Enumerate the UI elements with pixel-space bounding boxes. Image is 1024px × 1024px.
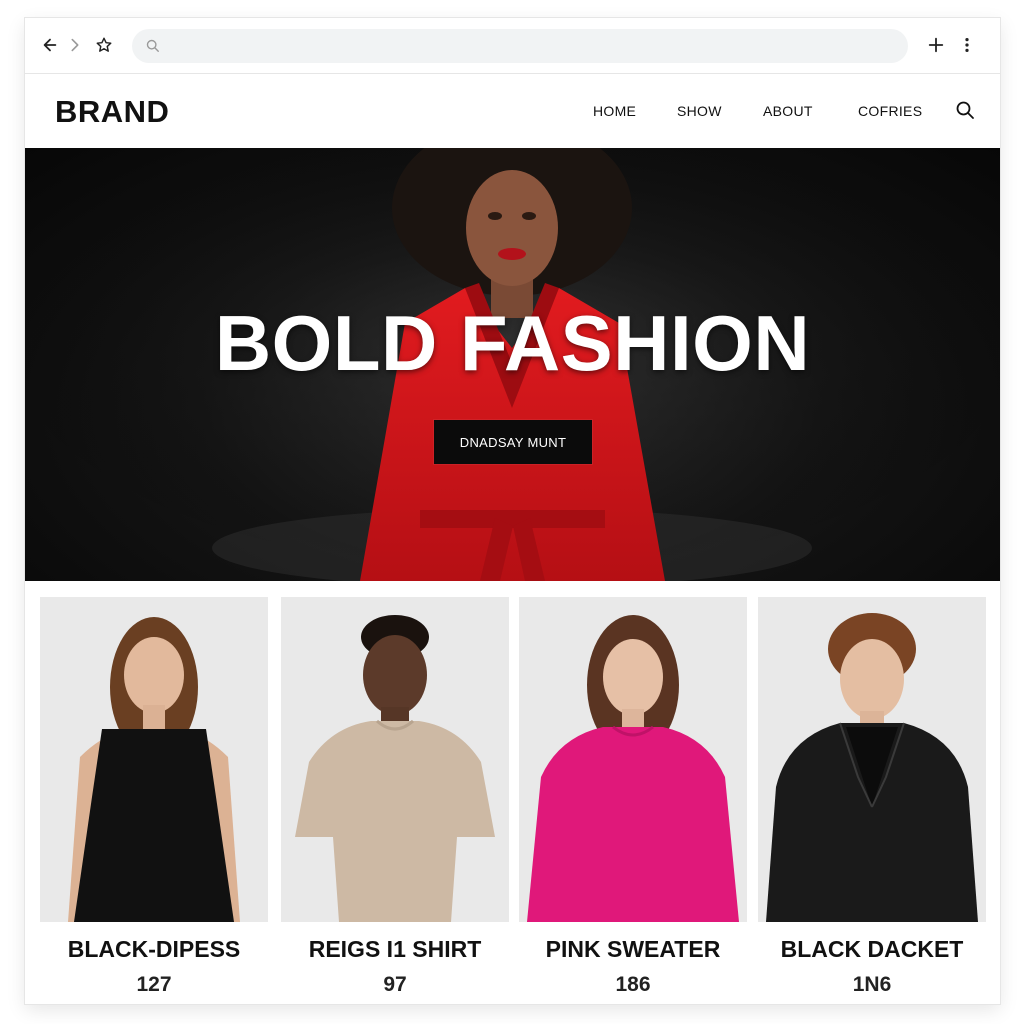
product-image[interactable]	[758, 597, 986, 922]
hero-title: BOLD FASHION	[214, 299, 811, 387]
address-input[interactable]	[168, 29, 892, 65]
nav-link-cofries[interactable]: COFRIES	[858, 103, 922, 119]
address-bar[interactable]	[132, 29, 908, 65]
forward-arrow-icon[interactable]	[62, 32, 88, 58]
browser-toolbar	[25, 18, 1000, 74]
star-icon[interactable]	[91, 32, 117, 58]
hero-cta-button[interactable]: DNADSAY MUNT	[434, 420, 592, 464]
product-card[interactable]: PINK SWEATER 186	[519, 597, 747, 997]
back-arrow-icon[interactable]	[37, 32, 63, 58]
product-price: 97	[383, 973, 407, 996]
product-price: 186	[615, 973, 651, 996]
product-image[interactable]	[281, 597, 509, 922]
product-grid: BLACK-DIPESS 127 REIGS I1 SHIRT 97 PINK …	[25, 581, 1000, 1004]
product-name[interactable]: BLACK-DIPESS	[40, 936, 268, 963]
plus-icon[interactable]	[923, 32, 949, 58]
product-image[interactable]	[40, 597, 268, 922]
search-icon[interactable]	[955, 100, 975, 120]
kebab-menu-icon[interactable]	[954, 32, 980, 58]
nav-link-home[interactable]: HOME	[593, 103, 636, 119]
product-card[interactable]: REIGS I1 SHIRT 97	[281, 597, 509, 997]
product-name[interactable]: REIGS I1 SHIRT	[281, 936, 509, 963]
product-card[interactable]: BLACK-DIPESS 127	[40, 597, 268, 997]
nav-link-show[interactable]: SHOW	[677, 103, 722, 119]
product-price: 1N6	[852, 973, 892, 996]
product-card[interactable]: BLACK DACKET 1N6	[758, 597, 986, 997]
nav-link-about[interactable]: ABOUT	[763, 103, 813, 119]
browser-window: BRAND HOME SHOW ABOUT COFRIES BOLD FASHI…	[25, 18, 1000, 1004]
site-header: BRAND HOME SHOW ABOUT COFRIES	[25, 74, 1000, 148]
product-name[interactable]: PINK SWEATER	[519, 936, 747, 963]
product-name[interactable]: BLACK DACKET	[758, 936, 986, 963]
product-image[interactable]	[519, 597, 747, 922]
brand-logo[interactable]: BRAND	[55, 94, 169, 130]
search-icon	[146, 39, 159, 52]
hero-banner: BOLD FASHION DNADSAY MUNT	[25, 148, 1000, 581]
product-price: 127	[136, 973, 172, 996]
